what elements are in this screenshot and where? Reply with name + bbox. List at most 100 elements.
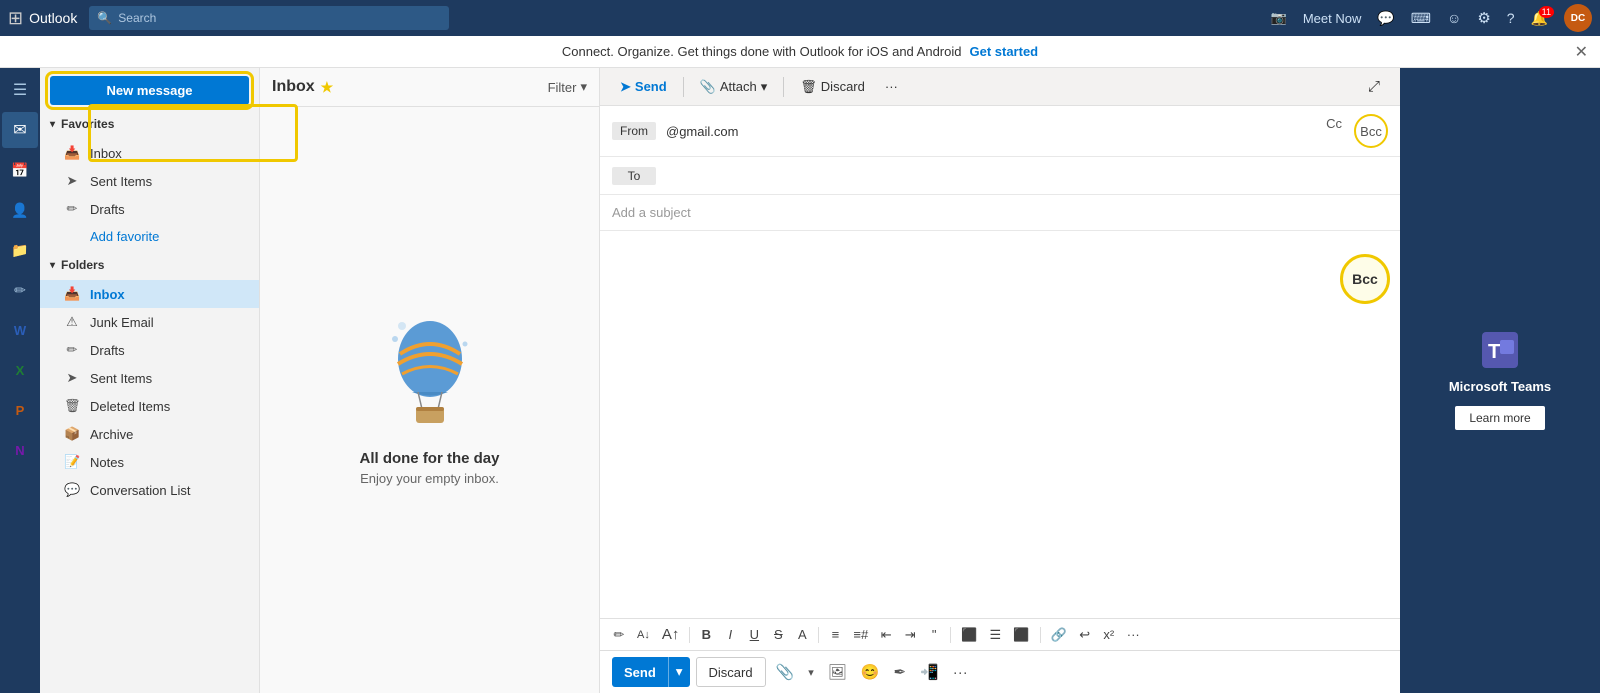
feedback-icon[interactable]: ☺ bbox=[1447, 10, 1461, 26]
sidebar-item-fav-drafts[interactable]: ✏ Drafts bbox=[40, 195, 259, 223]
sidebar-item-inbox[interactable]: 📥 Inbox bbox=[40, 280, 259, 308]
search-bar[interactable]: 🔍 Search bbox=[89, 6, 449, 30]
word-icon[interactable]: W bbox=[2, 312, 38, 348]
image-bottom-icon[interactable]: 🖼 bbox=[824, 659, 851, 685]
folder-inbox-label: Inbox bbox=[90, 287, 125, 302]
send-toolbar-button[interactable]: ➤ Send bbox=[612, 75, 675, 99]
titlebar-right: 📷 Meet Now 💬 ⌨ ☺ ⚙ ? 🔔11 DC bbox=[1271, 4, 1592, 32]
folder-conv-label: Conversation List bbox=[90, 483, 190, 498]
mail-icon[interactable]: ✉ bbox=[2, 112, 38, 148]
close-banner-icon[interactable]: ✕ bbox=[1575, 42, 1588, 62]
format-numbered-button[interactable]: ≡# bbox=[848, 624, 873, 645]
format-italic-button[interactable]: I bbox=[719, 624, 741, 645]
sidebar-item-drafts[interactable]: ✏ Drafts bbox=[40, 336, 259, 364]
settings-icon[interactable]: ⚙ bbox=[1477, 9, 1490, 27]
sidebar-item-notes[interactable]: 📝 Notes bbox=[40, 448, 259, 476]
format-more-button[interactable]: ··· bbox=[1122, 624, 1145, 645]
learn-more-button[interactable]: Learn more bbox=[1455, 406, 1544, 430]
format-align-right[interactable]: ⬛ bbox=[1008, 624, 1034, 646]
notifications-icon[interactable]: 🔔11 bbox=[1531, 10, 1548, 27]
format-font-color-button[interactable]: A bbox=[791, 624, 813, 645]
cc-button[interactable]: Cc bbox=[1322, 114, 1346, 148]
emoji-bottom-icon[interactable]: 😊 bbox=[857, 659, 884, 685]
sidebar-item-fav-sent[interactable]: ➤ Sent Items bbox=[40, 167, 259, 195]
folder-conv-icon: 💬 bbox=[64, 482, 80, 498]
format-font-size-increase[interactable]: A↑ bbox=[657, 623, 685, 646]
sidebar-item-fav-inbox[interactable]: 📥 Inbox bbox=[40, 139, 259, 167]
sidebar-item-deleted[interactable]: 🗑 Deleted Items bbox=[40, 392, 259, 420]
more-toolbar-button[interactable]: ··· bbox=[877, 75, 906, 98]
calendar-icon[interactable]: 📅 bbox=[2, 152, 38, 188]
more-bottom-button[interactable]: ··· bbox=[949, 660, 972, 685]
attach-toolbar-button[interactable]: 📎 Attach ▾ bbox=[692, 75, 776, 99]
format-bold-button[interactable]: B bbox=[695, 624, 717, 645]
format-superscript-button[interactable]: x² bbox=[1098, 624, 1120, 645]
excel-icon[interactable]: X bbox=[2, 352, 38, 388]
meet-now-icon[interactable]: 📷 bbox=[1271, 10, 1287, 26]
format-font-size-decrease[interactable]: A↓ bbox=[632, 626, 655, 644]
sidebar-item-junk[interactable]: ⚠ Junk Email bbox=[40, 308, 259, 336]
compose-body: From @gmail.com Cc Bcc To Add a subject bbox=[600, 106, 1400, 693]
icon-rail: ☰ ✉ 📅 👤 📁 ✏ W X P N bbox=[0, 68, 40, 693]
compose-content-area[interactable] bbox=[600, 231, 1400, 618]
avatar[interactable]: DC bbox=[1564, 4, 1592, 32]
search-icon: 🔍 bbox=[97, 11, 112, 25]
send-chevron-button[interactable]: ▾ bbox=[669, 657, 690, 687]
keyboard-icon[interactable]: ⌨ bbox=[1411, 10, 1431, 27]
sidebar-item-sent[interactable]: ➤ Sent Items bbox=[40, 364, 259, 392]
discard-toolbar-button[interactable]: 🗑 Discard bbox=[792, 75, 873, 99]
favorites-header[interactable]: ▾ Favorites bbox=[40, 109, 259, 139]
files-icon[interactable]: 📁 bbox=[2, 232, 38, 268]
bcc-button[interactable]: Bcc bbox=[1354, 114, 1388, 148]
fav-drafts-label: Drafts bbox=[90, 202, 125, 217]
signature-bottom-icon[interactable]: ✒ bbox=[890, 659, 911, 685]
svg-text:T: T bbox=[1488, 341, 1500, 363]
fmt-sep-2 bbox=[818, 627, 819, 643]
expand-button[interactable]: ⤢ bbox=[1360, 74, 1388, 99]
format-bullets-button[interactable]: ≡ bbox=[824, 624, 846, 645]
skype-icon[interactable]: 💬 bbox=[1377, 10, 1394, 27]
help-icon[interactable]: ? bbox=[1507, 10, 1515, 26]
format-align-center[interactable]: ☰ bbox=[984, 624, 1006, 646]
to-field[interactable]: To bbox=[600, 157, 1400, 195]
attach-bottom-icon[interactable]: 📎 bbox=[772, 659, 799, 685]
folder-drafts-label: Drafts bbox=[90, 343, 125, 358]
fav-inbox-label: Inbox bbox=[90, 146, 122, 161]
format-underline-button[interactable]: U bbox=[743, 624, 765, 645]
ad-title: Microsoft Teams bbox=[1449, 379, 1551, 394]
star-icon[interactable]: ★ bbox=[321, 79, 334, 96]
sidebar-item-conv[interactable]: 💬 Conversation List bbox=[40, 476, 259, 504]
compose-panel: ➤ Send 📎 Attach ▾ 🗑 Discard ··· ⤢ bbox=[600, 68, 1400, 693]
onenote-icon[interactable]: N bbox=[2, 432, 38, 468]
hamburger-icon[interactable]: ☰ bbox=[2, 72, 38, 108]
folders-header[interactable]: ▾ Folders bbox=[40, 250, 259, 280]
discard-button[interactable]: Discard bbox=[696, 657, 766, 687]
from-value[interactable]: @gmail.com bbox=[666, 124, 1322, 139]
meet-now-label[interactable]: Meet Now bbox=[1303, 11, 1362, 26]
discard-label: Discard bbox=[821, 79, 865, 94]
send-main-button[interactable]: Send bbox=[612, 657, 668, 687]
edit-icon[interactable]: ✏ bbox=[2, 272, 38, 308]
format-indent-increase[interactable]: ⇥ bbox=[899, 624, 921, 646]
app-grid-icon[interactable]: ⊞ bbox=[8, 8, 23, 29]
sidebar-item-archive[interactable]: 📦 Archive bbox=[40, 420, 259, 448]
add-favorite[interactable]: Add favorite bbox=[40, 223, 259, 250]
toolbar-separator-2 bbox=[783, 77, 784, 97]
new-message-button[interactable]: New message bbox=[50, 76, 249, 105]
format-undo-button[interactable]: ↩ bbox=[1074, 624, 1096, 646]
format-pencil-button[interactable]: ✏ bbox=[608, 624, 630, 646]
powerpoint-icon[interactable]: P bbox=[2, 392, 38, 428]
banner-cta[interactable]: Get started bbox=[969, 44, 1038, 59]
subject-field[interactable]: Add a subject bbox=[600, 195, 1400, 231]
apps-bottom-icon[interactable]: 📲 bbox=[916, 659, 943, 685]
people-icon[interactable]: 👤 bbox=[2, 192, 38, 228]
subject-placeholder: Add a subject bbox=[612, 205, 691, 220]
attach-chevron-bottom-icon[interactable]: ▾ bbox=[804, 662, 818, 683]
format-indent-decrease[interactable]: ⇤ bbox=[875, 624, 897, 646]
format-align-left[interactable]: ⬛ bbox=[956, 624, 982, 646]
format-link-button[interactable]: 🔗 bbox=[1046, 624, 1072, 646]
format-strikethrough-button[interactable]: S bbox=[767, 624, 789, 645]
format-quote-button[interactable]: " bbox=[923, 624, 945, 645]
filter-button[interactable]: Filter ▾ bbox=[548, 79, 587, 95]
message-list-header: Inbox ★ Filter ▾ bbox=[260, 68, 599, 107]
